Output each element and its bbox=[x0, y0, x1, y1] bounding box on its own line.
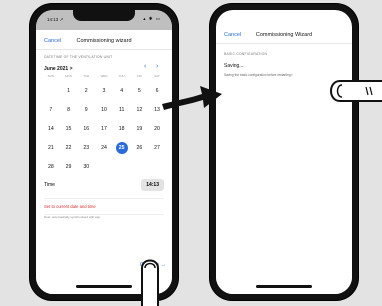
section-label: BASIC CONFIGURATION bbox=[224, 52, 268, 56]
home-indicator bbox=[256, 285, 312, 288]
calendar-day[interactable]: 11 bbox=[116, 104, 128, 116]
wizard-sheet: Commissioning Wizard Cancel BASIC CONFIG… bbox=[216, 24, 352, 294]
weekday-label: MON bbox=[65, 74, 73, 78]
calendar-day[interactable]: 3 bbox=[98, 85, 110, 97]
calendar-day[interactable]: 4 bbox=[116, 85, 128, 97]
set-current-datetime-button[interactable]: Set to current date and time bbox=[44, 198, 164, 215]
calendar-day[interactable]: 17 bbox=[98, 123, 110, 135]
calendar-day[interactable]: 16 bbox=[80, 123, 92, 135]
tutorial-illustration: 14:13 ↗ ▴ ✱ ▭ Commissioning wizard Cance… bbox=[0, 0, 382, 306]
weekday-label: SUN bbox=[47, 74, 55, 78]
calendar-day[interactable]: 1 bbox=[63, 85, 75, 97]
phone-right-screen: Commissioning Wizard Cancel BASIC CONFIG… bbox=[216, 10, 352, 294]
cancel-button[interactable]: Cancel bbox=[44, 38, 61, 44]
saving-info: Saving the basic configuration before re… bbox=[224, 73, 293, 77]
calendar-day bbox=[133, 161, 145, 173]
weekday-header: SUN MON TUE WED THU FRI SAT bbox=[42, 74, 166, 78]
month-selector[interactable]: June 2021 > bbox=[44, 66, 73, 72]
calendar-day[interactable]: 26 bbox=[133, 142, 145, 154]
calendar-day[interactable]: 23 bbox=[80, 142, 92, 154]
right-arrow-icon bbox=[162, 86, 222, 110]
saving-status: Saving... bbox=[224, 63, 244, 69]
nav-divider bbox=[216, 43, 352, 44]
status-time: 14:13 ↗ bbox=[47, 17, 64, 22]
chevron-left-icon[interactable]: ‹ bbox=[144, 63, 146, 70]
calendar-day[interactable]: 21 bbox=[45, 142, 57, 154]
calendar-week-row: 21 22 23 24 25 26 27 bbox=[42, 142, 166, 154]
calendar-week-row: 28 29 30 bbox=[42, 161, 166, 173]
phone-notch bbox=[73, 10, 135, 21]
pointing-finger-icon bbox=[141, 259, 159, 306]
calendar-day[interactable]: 20 bbox=[151, 123, 163, 135]
cancel-button[interactable]: Cancel bbox=[224, 32, 241, 38]
calendar-day bbox=[116, 161, 128, 173]
phone-right: Commissioning Wizard Cancel BASIC CONFIG… bbox=[210, 4, 358, 300]
calendar-week-row: 14 15 16 17 18 19 20 bbox=[42, 123, 166, 135]
calendar-week-row: 123456 bbox=[42, 85, 166, 97]
home-indicator bbox=[76, 285, 132, 288]
weekday-label: THU bbox=[118, 74, 125, 78]
pointing-finger-icon bbox=[330, 80, 382, 102]
time-label: Time bbox=[44, 182, 55, 188]
time-picker[interactable]: 14:13 bbox=[141, 179, 164, 191]
calendar-day[interactable]: 30 bbox=[80, 161, 92, 173]
weekday-label: WED bbox=[100, 74, 108, 78]
weekday-label: TUE bbox=[83, 74, 90, 78]
calendar-day[interactable]: 24 bbox=[98, 142, 110, 154]
calendar-week-row: 7 8 9 10 11 12 13 bbox=[42, 104, 166, 116]
calendar-day-selected[interactable]: 25 bbox=[115, 142, 128, 154]
calendar-day[interactable]: 19 bbox=[133, 123, 145, 135]
calendar-day[interactable]: 27 bbox=[151, 142, 163, 154]
sync-note: Note: automatically synchronised with ap… bbox=[44, 215, 101, 219]
calendar-day[interactable]: 18 bbox=[116, 123, 128, 135]
calendar-grid: SUN MON TUE WED THU FRI SAT 1 2 3 4 5 6 7 8 9 10 11 12 13 1… bbox=[42, 74, 166, 173]
calendar-day[interactable]: 29 bbox=[63, 161, 75, 173]
time-row: Time 14:13 bbox=[44, 178, 164, 192]
calendar-day[interactable]: 10 bbox=[98, 104, 110, 116]
calendar-day[interactable]: 2 bbox=[80, 85, 92, 97]
calendar-day bbox=[151, 161, 163, 173]
chevron-right-icon[interactable]: › bbox=[156, 63, 158, 70]
calendar-day[interactable]: 28 bbox=[45, 161, 57, 173]
calendar-day[interactable]: 7 bbox=[45, 104, 57, 116]
calendar-day[interactable]: 5 bbox=[133, 85, 145, 97]
section-label: DATETIME OF THE VENTILATION UNIT bbox=[44, 55, 113, 59]
calendar-day[interactable]: 22 bbox=[63, 142, 75, 154]
calendar-day[interactable]: 12 bbox=[133, 104, 145, 116]
weekday-label: FRI bbox=[136, 74, 142, 78]
calendar-day[interactable]: 8 bbox=[63, 104, 75, 116]
nav-divider bbox=[36, 49, 172, 50]
calendar-day[interactable]: 14 bbox=[45, 123, 57, 135]
calendar-day bbox=[45, 85, 57, 97]
calendar-day[interactable]: 9 bbox=[80, 104, 92, 116]
calendar-day bbox=[98, 161, 110, 173]
status-icons: ▴ ✱ ▭ bbox=[143, 16, 161, 21]
calendar-day[interactable]: 15 bbox=[63, 123, 75, 135]
